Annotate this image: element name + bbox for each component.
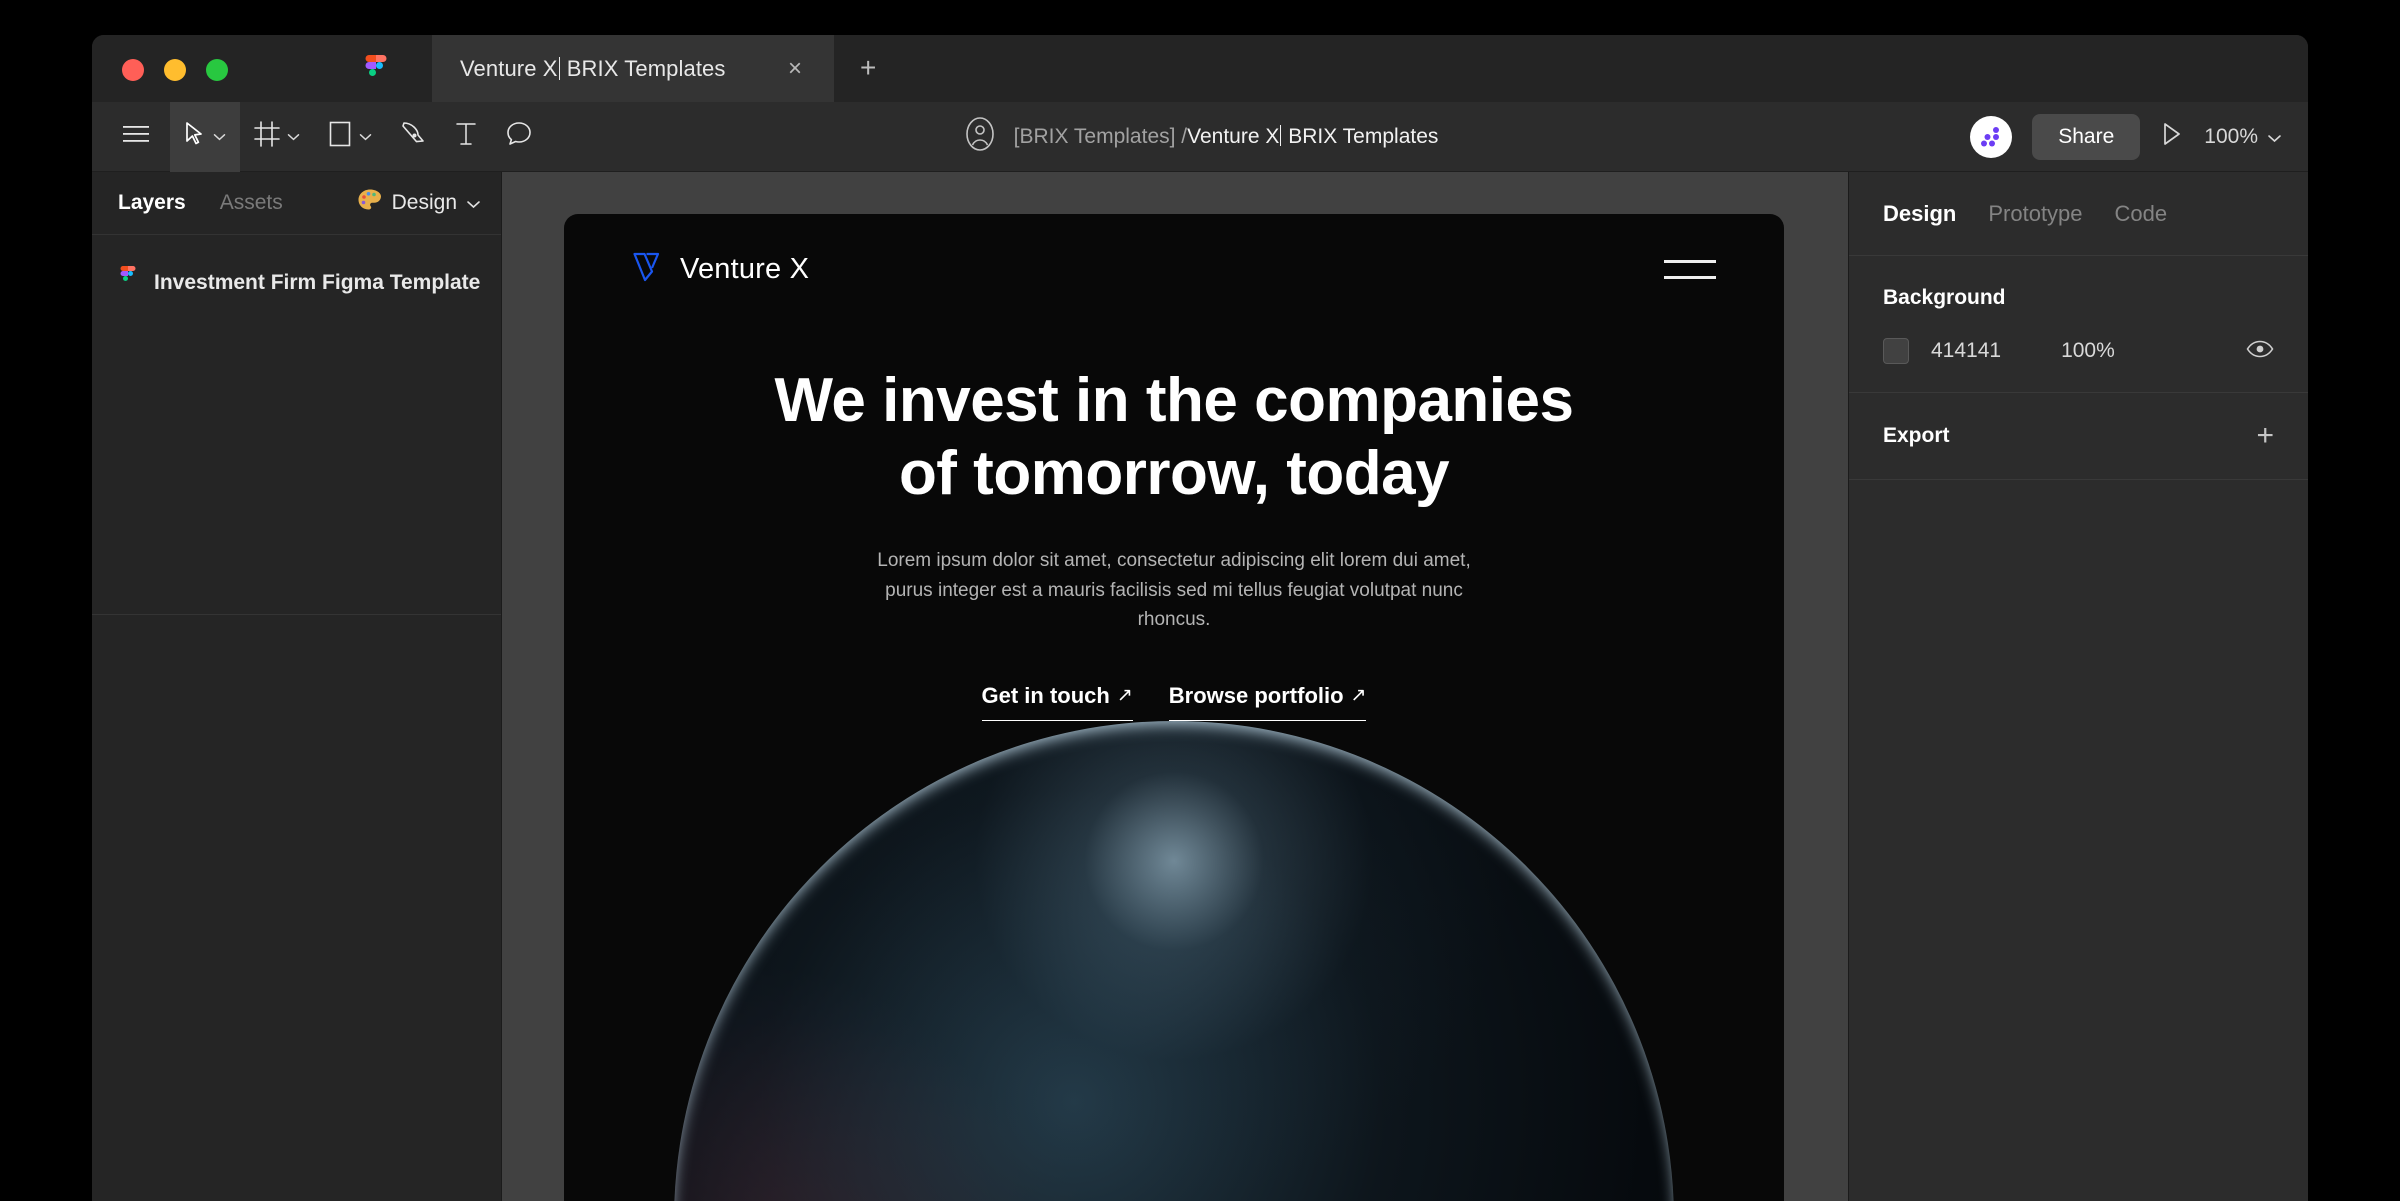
arrow-up-right-icon: ↗ (1350, 685, 1367, 707)
figma-logo-icon (362, 55, 390, 95)
browse-portfolio-link[interactable]: Browse portfolio ↗ (1168, 682, 1367, 721)
hero-section: We invest in the companies of tomorrow, … (564, 364, 1784, 721)
frame-tool[interactable] (240, 102, 314, 172)
right-panel-tabs: Design Prototype Code (1849, 172, 2308, 256)
minimize-window-button[interactable] (164, 59, 186, 81)
get-in-touch-label: Get in touch (981, 682, 1110, 708)
color-hex-value[interactable]: 414141 (1931, 339, 2001, 363)
design-file-switcher[interactable]: Design (357, 188, 481, 218)
text-cursor-caret (558, 56, 560, 80)
chevron-down-icon (359, 128, 372, 146)
export-section: Export + (1849, 393, 2308, 480)
plus-icon[interactable]: + (2256, 421, 2274, 451)
hero-subtitle: Lorem ipsum dolor sit amet, consectetur … (864, 546, 1484, 634)
design-switcher-label: Design (391, 191, 457, 214)
share-button[interactable]: Share (2032, 113, 2141, 160)
hamburger-menu-icon (121, 123, 151, 150)
new-tab-button[interactable]: + (860, 54, 876, 82)
breadcrumb-text[interactable]: [BRIX Templates] /Venture X BRIX Templat… (1013, 124, 1439, 149)
breadcrumb-team: [BRIX Templates] / (1013, 124, 1188, 148)
collaborator-avatar[interactable] (1970, 115, 2013, 158)
comment-bubble-icon (506, 121, 532, 152)
text-t-icon (454, 121, 478, 152)
frame-icon (254, 121, 280, 152)
play-triangle-icon (2160, 121, 2184, 152)
zoom-level-value: 100% (2204, 124, 2258, 148)
background-section: Background 414141 100% (1849, 256, 2308, 393)
tab-title-before: Venture X (460, 55, 558, 81)
editor-body: Layers Assets Design Investment Firm Fig… (92, 172, 2308, 1201)
close-tab-button[interactable]: × (782, 56, 808, 81)
active-tab[interactable]: Venture X BRIX Templates × (432, 35, 834, 102)
export-section-title: Export (1883, 424, 1950, 447)
comment-tool[interactable] (492, 102, 546, 172)
tab-design[interactable]: Design (1883, 201, 1956, 227)
chevron-down-icon (466, 191, 481, 215)
color-swatch[interactable] (1883, 338, 1909, 364)
toolbar-right-group: Share 100% (1970, 113, 2282, 160)
left-panel: Layers Assets Design Investment Firm Fig… (92, 172, 502, 1201)
tab-layers[interactable]: Layers (118, 191, 186, 215)
tab-title-after: BRIX Templates (560, 55, 726, 81)
pen-tool[interactable] (386, 102, 440, 172)
arrow-up-right-icon: ↗ (1116, 685, 1133, 707)
browse-portfolio-label: Browse portfolio (1168, 682, 1344, 708)
browser-tab-bar: Venture X BRIX Templates × + (92, 35, 2308, 102)
hero-heading-line1: We invest in the companies (774, 366, 1574, 435)
venture-x-logo-icon (632, 251, 662, 288)
hero-heading-line2: of tomorrow, today (898, 439, 1450, 509)
tab-assets[interactable]: Assets (220, 191, 283, 215)
chevron-down-icon (2267, 125, 2282, 149)
maximize-window-button[interactable] (206, 59, 228, 81)
palette-emoji-icon (357, 188, 383, 218)
brand-lockup[interactable]: Venture X (632, 251, 809, 288)
background-section-title: Background (1883, 286, 2006, 309)
design-canvas[interactable]: Venture X We invest in the companies of … (502, 172, 1848, 1201)
layer-name: Investment Firm Figma Template (154, 270, 481, 294)
planet-sphere-image (564, 721, 1784, 1201)
site-navbar: Venture X (564, 214, 1784, 324)
window-traffic-lights (122, 59, 228, 81)
tab-prototype[interactable]: Prototype (1988, 201, 2082, 227)
get-in-touch-link[interactable]: Get in touch ↗ (981, 682, 1133, 721)
brand-name: Venture X (680, 252, 810, 285)
background-color-row: 414141 100% (1883, 338, 2274, 364)
present-button[interactable] (2160, 121, 2184, 152)
layers-list: Investment Firm Figma Template (92, 234, 501, 614)
design-frame[interactable]: Venture X We invest in the companies of … (564, 214, 1784, 1201)
chevron-down-icon (287, 128, 300, 146)
tab-code[interactable]: Code (2115, 201, 2168, 227)
cursor-arrow-icon (184, 121, 206, 152)
figma-page-icon (118, 266, 138, 299)
figma-app-window: Venture X BRIX Templates × + [BRIX Templ… (92, 35, 2308, 1201)
move-tool[interactable] (170, 101, 240, 172)
color-opacity-value[interactable]: 100% (2061, 339, 2115, 363)
right-panel: Design Prototype Code Background 414141 … (1848, 172, 2308, 1201)
hero-subtitle-line2: integer est a mauris facilisis sed mi te… (937, 579, 1463, 631)
user-circle-icon[interactable] (962, 116, 998, 157)
chevron-down-icon (213, 128, 226, 146)
main-menu-button[interactable] (102, 102, 170, 172)
tab-title: Venture X BRIX Templates (460, 56, 782, 82)
rectangle-icon (328, 120, 352, 153)
zoom-level-dropdown[interactable]: 100% (2204, 125, 2282, 149)
shape-tool[interactable] (314, 102, 386, 172)
eye-icon[interactable] (2246, 340, 2274, 363)
hamburger-menu-icon[interactable] (1664, 259, 1716, 279)
tool-group (170, 101, 546, 172)
breadcrumb-file-before: Venture X (1187, 124, 1280, 148)
breadcrumb-file-after: BRIX Templates (1282, 124, 1439, 148)
text-tool[interactable] (440, 102, 492, 172)
figma-toolbar: [BRIX Templates] /Venture X BRIX Templat… (92, 101, 2308, 172)
close-window-button[interactable] (122, 59, 144, 81)
page-title: We invest in the companies of tomorrow, … (775, 364, 1574, 510)
list-item[interactable]: Investment Firm Figma Template (92, 257, 501, 308)
hero-actions: Get in touch ↗ Browse portfolio ↗ (981, 682, 1367, 721)
pen-icon (400, 120, 426, 153)
left-panel-lower-section (92, 614, 501, 1201)
tab-strip: Venture X BRIX Templates × + (432, 35, 876, 102)
left-panel-tabs: Layers Assets Design (92, 172, 501, 234)
